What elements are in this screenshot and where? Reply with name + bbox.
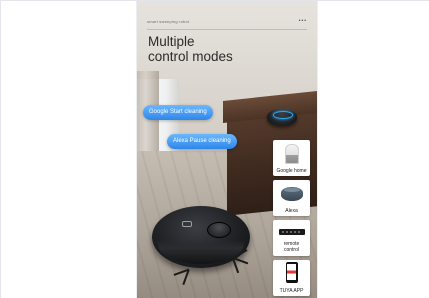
poster-title-line2: control modes [148, 49, 233, 64]
poster-title-line1: Multiple [148, 34, 195, 49]
control-card-tuya-app: TUYA APP [273, 260, 310, 296]
robot-bumper [158, 224, 244, 264]
poster-title: Multiple control modes [148, 34, 298, 64]
google-home-speaker-icon [284, 144, 299, 164]
control-card-label: Alexa [285, 207, 298, 214]
echo-dot-speaker [267, 109, 297, 126]
phone-app-icon [285, 262, 298, 283]
lidar-turret [207, 222, 231, 238]
left-margin [1, 1, 137, 298]
control-card-label: Google home [276, 167, 307, 174]
control-card-remote: remote control [273, 220, 310, 256]
control-card-label-line2: control [283, 246, 299, 253]
product-poster-image: smart sweeping robot ••• Multiple contro… [137, 1, 317, 298]
control-card-google-home: Google home [273, 140, 310, 176]
wifi-indicator-icon [182, 221, 192, 227]
voice-bubble-alexa: Alexa Pause cleaning [167, 134, 237, 149]
remote-control-icon [278, 229, 305, 235]
control-card-label: remote control [273, 241, 310, 253]
page: smart sweeping robot ••• Multiple contro… [0, 0, 429, 298]
control-card-label: TUYA APP [279, 287, 304, 294]
right-margin [317, 1, 429, 298]
alexa-echo-icon [280, 187, 303, 201]
voice-bubble-google: Google Start cleaning [143, 105, 213, 120]
poster-brand-text: smart sweeping robot [147, 19, 190, 24]
poster-topbar: smart sweeping robot ••• [147, 18, 307, 30]
poster-dots: ••• [298, 18, 307, 24]
control-card-alexa: Alexa [273, 180, 310, 216]
